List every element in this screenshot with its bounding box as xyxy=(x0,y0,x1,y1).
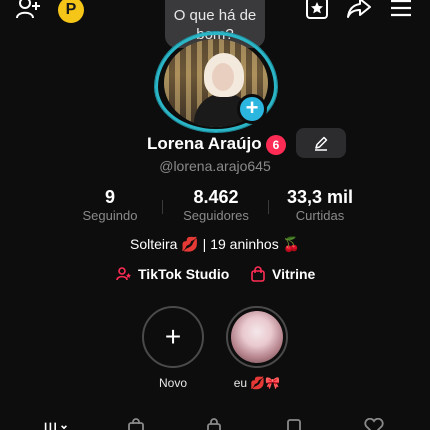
stat-divider xyxy=(268,200,269,214)
stat-following-value: 9 xyxy=(104,187,115,207)
tiktok-studio-label: TikTok Studio xyxy=(138,266,230,282)
menu-icon[interactable] xyxy=(386,0,416,22)
tiktok-studio-link[interactable]: TikTok Studio xyxy=(116,266,229,282)
tab-liked-heart-icon[interactable] xyxy=(362,418,386,430)
new-highlight-button[interactable]: + Novo xyxy=(138,306,208,390)
highlight-cover xyxy=(226,306,288,368)
highlight-eu[interactable]: eu 💋🎀 xyxy=(222,306,292,390)
new-highlight-label: Novo xyxy=(158,376,187,390)
stat-following[interactable]: 9 Seguindo xyxy=(70,186,150,224)
stat-likes[interactable]: 33,3 mil Curtidas xyxy=(280,186,360,224)
stats-row: 9 Seguindo 8.462 Seguidores 33,3 mil Cur… xyxy=(0,186,430,226)
username: @lorena.arajo645 xyxy=(159,158,271,174)
tooltip-line-1: O que há de xyxy=(173,7,257,24)
add-friend-icon[interactable] xyxy=(14,0,44,22)
studio-person-icon xyxy=(116,267,131,281)
stat-followers-value: 8.462 xyxy=(193,187,239,207)
stat-likes-value: 33,3 mil xyxy=(286,187,354,207)
plus-icon: + xyxy=(142,306,204,368)
stat-followers-label: Seguidores xyxy=(183,208,249,223)
tab-videos-grid-icon[interactable] xyxy=(44,418,68,430)
share-icon[interactable] xyxy=(344,0,374,22)
shopping-bag-icon xyxy=(251,266,265,282)
profile-name: Lorena Araújo xyxy=(147,134,262,153)
name-row: Lorena Araújo 6 xyxy=(0,128,430,158)
highlight-eu-label: eu 💋🎀 xyxy=(233,376,281,390)
profile-links: TikTok Studio Vitrine xyxy=(0,266,430,288)
favorites-star-icon[interactable] xyxy=(302,0,332,22)
profile-bio: Solteira 💋 | 19 aninhos 🍒 xyxy=(129,236,301,252)
stat-divider xyxy=(162,200,163,214)
stat-followers[interactable]: 8.462 Seguidores xyxy=(176,186,256,224)
pencil-icon xyxy=(315,136,328,151)
vitrine-link[interactable]: Vitrine xyxy=(250,266,315,282)
edit-profile-button[interactable] xyxy=(296,128,346,158)
story-highlights: + Novo eu 💋🎀 xyxy=(0,306,430,402)
tab-shop-bag-icon[interactable] xyxy=(124,418,148,430)
stat-likes-label: Curtidas xyxy=(295,208,345,223)
notification-badge[interactable]: 6 xyxy=(266,135,286,155)
stat-following-label: Seguindo xyxy=(82,208,138,223)
content-tabs xyxy=(0,418,430,430)
tab-saved-icon[interactable] xyxy=(282,418,306,430)
points-coin-icon[interactable]: P xyxy=(58,0,84,23)
tab-private-lock-icon[interactable] xyxy=(202,418,226,430)
add-story-plus-icon[interactable]: + xyxy=(237,94,267,124)
vitrine-label: Vitrine xyxy=(272,266,316,282)
